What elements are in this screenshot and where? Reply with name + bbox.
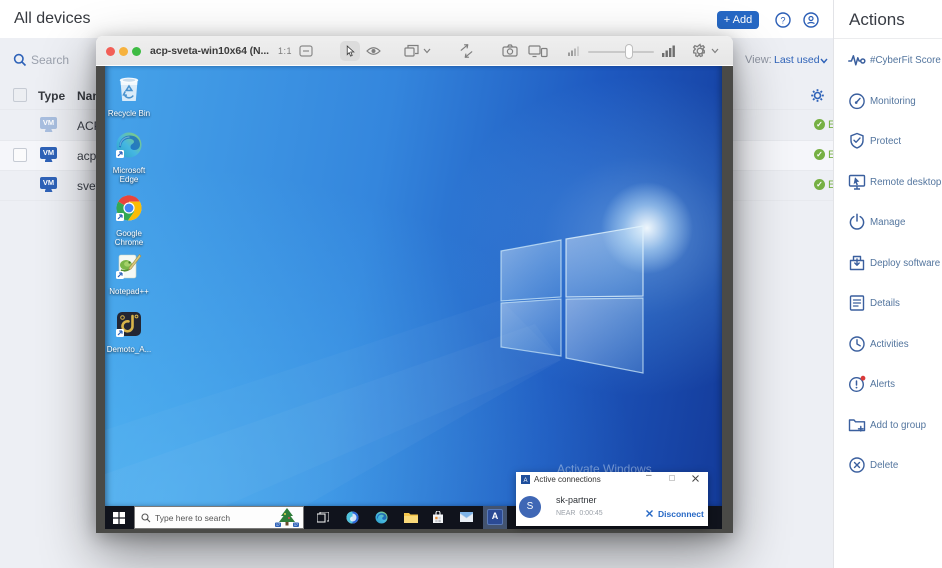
- svg-text:A: A: [523, 478, 527, 484]
- svg-text:17: 17: [294, 523, 298, 527]
- svg-text:?: ?: [780, 16, 785, 26]
- svg-text:17: 17: [276, 523, 280, 527]
